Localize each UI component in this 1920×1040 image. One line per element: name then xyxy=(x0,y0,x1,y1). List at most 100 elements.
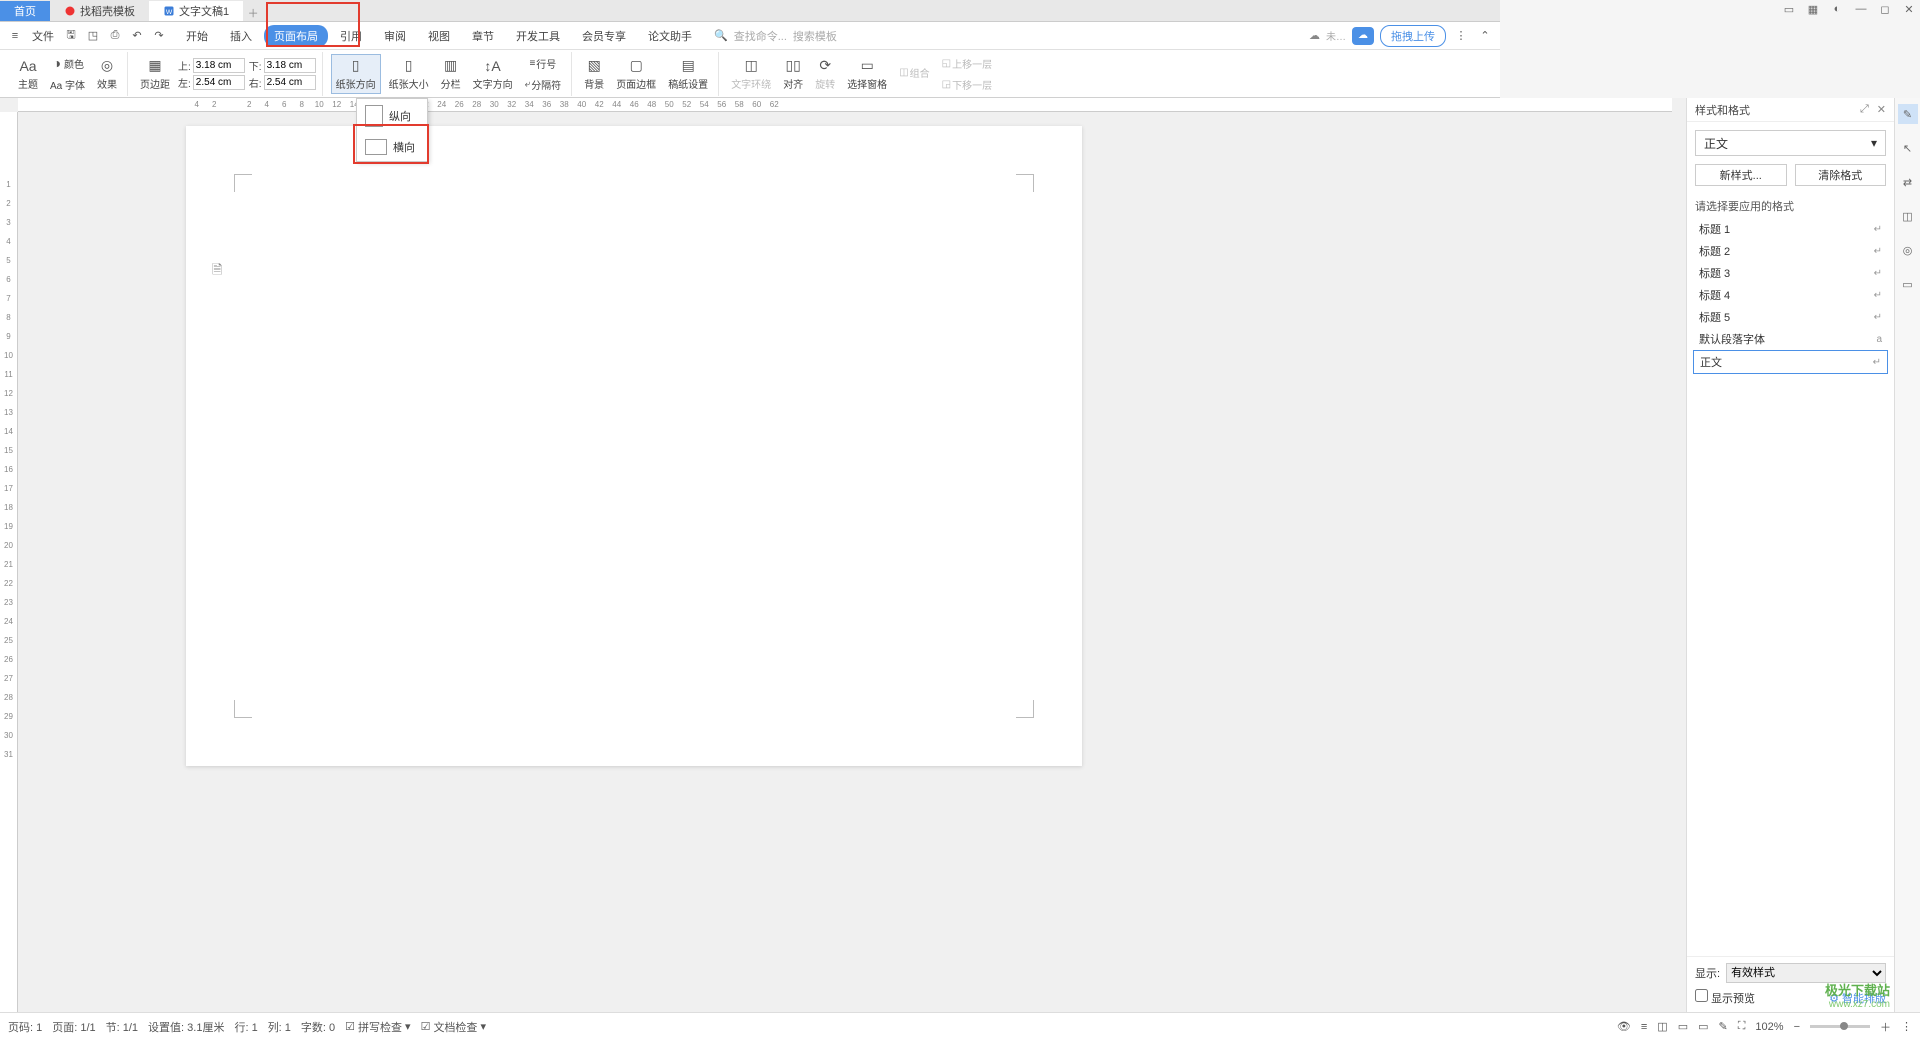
color-button[interactable]: ◑颜色 xyxy=(46,54,89,73)
margin-top-input[interactable]: 上: xyxy=(178,58,245,73)
tab-home[interactable]: 首页 xyxy=(0,1,50,21)
margin-left-input[interactable]: 左: xyxy=(178,75,245,90)
background-button[interactable]: ▧背景 xyxy=(580,55,608,93)
menu-tab-pagelayout[interactable]: 页面布局 xyxy=(264,25,328,47)
undo-icon[interactable]: ↶ xyxy=(128,27,146,45)
style-item[interactable]: 正文↵ xyxy=(1693,350,1888,374)
border-button[interactable]: ▢页面边框 xyxy=(612,55,660,93)
tab-templates[interactable]: 找稻壳模板 xyxy=(50,1,149,21)
style-item[interactable]: 标题 2↵ xyxy=(1693,240,1888,262)
menu-file[interactable]: 文件 xyxy=(32,28,54,44)
linenum-button[interactable]: ≡行号 xyxy=(521,54,566,73)
menu-search[interactable]: 🔍 查找命令... 搜索模板 xyxy=(714,28,837,44)
page-canvas[interactable]: 🗎 xyxy=(186,126,1082,766)
style-item[interactable]: 标题 5↵ xyxy=(1693,306,1888,328)
status-view1-icon[interactable]: ≡ xyxy=(1641,1021,1647,1033)
status-view4-icon[interactable]: ▭ xyxy=(1698,1020,1708,1033)
tab-add[interactable]: ＋ xyxy=(243,5,263,21)
tab-document[interactable]: W 文字文稿1 xyxy=(149,1,243,21)
textdir-button[interactable]: ↕A文字方向 xyxy=(469,55,517,93)
current-style-select[interactable]: 正文 ▾ xyxy=(1695,130,1886,156)
minimize-button[interactable]: — xyxy=(1854,2,1868,16)
layout-icon[interactable]: ▭ xyxy=(1782,2,1796,16)
status-view3-icon[interactable]: ▭ xyxy=(1678,1020,1688,1033)
menu-tab-thesis[interactable]: 论文助手 xyxy=(638,25,702,47)
font-button[interactable]: Aa 字体 xyxy=(46,75,89,94)
rt-target-icon[interactable]: ◎ xyxy=(1898,240,1918,260)
panel-pin-icon[interactable]: ⤢ xyxy=(1860,103,1869,116)
menu-hamburger-icon[interactable]: ≡ xyxy=(6,27,24,45)
cloud-badge-icon[interactable]: ☁ xyxy=(1352,27,1374,45)
status-more-icon[interactable]: ⋮ xyxy=(1901,1020,1912,1033)
style-item[interactable]: 标题 3↵ xyxy=(1693,262,1888,284)
redo-icon[interactable]: ↷ xyxy=(150,27,168,45)
margin-left-field[interactable] xyxy=(193,75,245,90)
align-button[interactable]: ▯▯对齐 xyxy=(779,55,807,93)
menu-tab-member[interactable]: 会员专享 xyxy=(572,25,636,47)
style-item[interactable]: 标题 1↵ xyxy=(1693,218,1888,240)
menu-tab-section[interactable]: 章节 xyxy=(462,25,504,47)
effect-button[interactable]: ◎效果 xyxy=(93,55,121,93)
zoom-slider[interactable] xyxy=(1810,1025,1870,1028)
print-icon[interactable]: ⎙ xyxy=(106,27,124,45)
margin-right-input[interactable]: 右: xyxy=(249,75,316,90)
menu-tab-insert[interactable]: 插入 xyxy=(220,25,262,47)
clear-format-button[interactable]: 清除格式 xyxy=(1795,164,1887,186)
menu-tab-review[interactable]: 审阅 xyxy=(374,25,416,47)
new-style-button[interactable]: 新样式... xyxy=(1695,164,1787,186)
more-icon[interactable]: ⋮ xyxy=(1452,27,1470,45)
zoom-out-button[interactable]: − xyxy=(1794,1021,1800,1033)
orientation-portrait[interactable]: 纵向 xyxy=(357,99,427,133)
horizontal-ruler[interactable]: 4224681012141618202224262830323436384042… xyxy=(18,98,1672,112)
size-button[interactable]: ▯纸张大小 xyxy=(385,55,433,93)
upload-button[interactable]: 拖拽上传 xyxy=(1380,25,1446,47)
margin-bottom-input[interactable]: 下: xyxy=(249,58,316,73)
status-zoom[interactable]: 102% xyxy=(1755,1021,1783,1033)
skin-icon[interactable]: ◐ xyxy=(1830,2,1844,16)
margin-button[interactable]: ▦页边距 xyxy=(136,55,174,93)
columns-button[interactable]: ▥分栏 xyxy=(437,55,465,93)
preview-checkbox[interactable] xyxy=(1695,989,1708,1002)
margin-top-field[interactable] xyxy=(193,58,245,73)
maximize-button[interactable]: ◻ xyxy=(1878,2,1892,16)
close-button[interactable]: ✕ xyxy=(1902,2,1916,16)
preview-checkbox-row[interactable]: 显示预览 xyxy=(1695,989,1755,1006)
status-pen-icon[interactable]: ✎ xyxy=(1719,1020,1728,1033)
status-view2-icon[interactable]: ◫ xyxy=(1657,1020,1667,1033)
status-section[interactable]: 节: 1/1 xyxy=(106,1019,138,1035)
save-icon[interactable]: 🖫 xyxy=(62,27,80,45)
status-page[interactable]: 页面: 1/1 xyxy=(52,1019,95,1035)
panel-close-icon[interactable]: ✕ xyxy=(1877,103,1886,116)
selection-pane-button[interactable]: ▭选择窗格 xyxy=(843,55,891,93)
collapse-ribbon-icon[interactable]: ⌃ xyxy=(1476,27,1494,45)
menu-tab-start[interactable]: 开始 xyxy=(176,25,218,47)
status-eye-icon[interactable]: 👁 xyxy=(1617,1020,1631,1033)
rt-select-icon[interactable]: ↖ xyxy=(1898,138,1918,158)
margin-right-field[interactable] xyxy=(264,75,316,90)
theme-button[interactable]: Aa主题 xyxy=(14,55,42,93)
status-spell[interactable]: ☑ 拼写检查 ▾ xyxy=(345,1019,410,1035)
menu-tab-devtools[interactable]: 开发工具 xyxy=(506,25,570,47)
menu-tab-view[interactable]: 视图 xyxy=(418,25,460,47)
style-item[interactable]: 标题 4↵ xyxy=(1693,284,1888,306)
zoom-in-button[interactable]: ＋ xyxy=(1880,1019,1891,1035)
status-pagenum[interactable]: 页码: 1 xyxy=(8,1019,42,1035)
cloud-sync-icon[interactable]: ☁ xyxy=(1309,29,1320,42)
paper-setting-button[interactable]: ▤稿纸设置 xyxy=(664,55,712,93)
rt-settings-icon[interactable]: ⇄ xyxy=(1898,172,1918,192)
rt-style-icon[interactable]: ✎ xyxy=(1898,104,1918,124)
print-preview-icon[interactable]: ◳ xyxy=(84,27,102,45)
margin-bottom-field[interactable] xyxy=(264,58,316,73)
orientation-landscape[interactable]: 横向 xyxy=(357,133,427,161)
style-item[interactable]: 默认段落字体a xyxy=(1693,328,1888,350)
grid-icon[interactable]: ▦ xyxy=(1806,2,1820,16)
orientation-button[interactable]: ▯纸张方向 xyxy=(331,54,381,94)
status-fit-icon[interactable]: ⛶ xyxy=(1738,1020,1746,1033)
rt-shape-icon[interactable]: ◫ xyxy=(1898,206,1918,226)
rt-book-icon[interactable]: ▭ xyxy=(1898,274,1918,294)
breaks-button[interactable]: ⤶分隔符 xyxy=(521,75,566,94)
status-chars[interactable]: 字数: 0 xyxy=(301,1019,335,1035)
status-doccheck[interactable]: ☑ 文档检查 ▾ xyxy=(421,1019,486,1035)
vertical-ruler[interactable]: 1234567891011121314151617181920212223242… xyxy=(0,112,18,1012)
menu-tab-reference[interactable]: 引用 xyxy=(330,25,372,47)
